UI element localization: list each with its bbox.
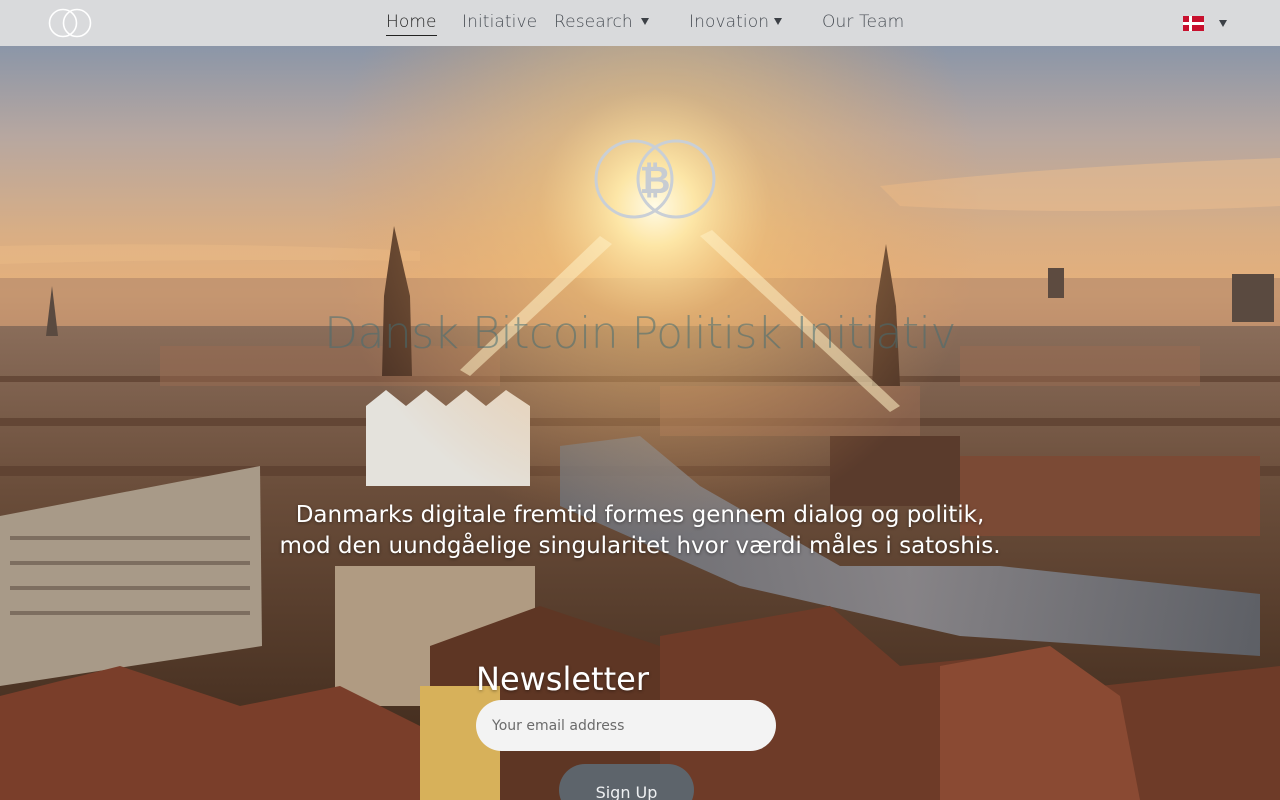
hero-tagline: Danmarks digitale fremtid formes gennem …: [0, 500, 1280, 562]
bitcoin-double-ring-logo-icon: ₿: [594, 139, 716, 219]
nav-menu: Home Initiative Research Inovation Our T…: [0, 0, 1280, 46]
language-selector[interactable]: [1183, 15, 1231, 33]
newsletter-heading: Newsletter: [476, 660, 649, 698]
tagline-line-1: Danmarks digitale fremtid formes gennem …: [295, 502, 985, 528]
newsletter-signup-button[interactable]: Sign Up: [559, 764, 694, 800]
newsletter-email-input[interactable]: [476, 700, 776, 751]
nav-item-our-team[interactable]: Our Team: [822, 12, 904, 36]
tagline-line-2: mod den uundgåelige singularitet hvor væ…: [279, 533, 1001, 559]
nav-item-home[interactable]: Home: [386, 12, 437, 36]
nav-item-research[interactable]: Research: [554, 12, 633, 36]
language-dropdown-caret-icon: [1219, 20, 1227, 27]
hero-title: Dansk Bitcoin Politisk Initiativ: [324, 308, 956, 359]
hero-section: ₿ Dansk Bitcoin Politisk Initiativ Danma…: [0, 46, 1280, 800]
nav-item-inovation[interactable]: Inovation: [689, 12, 769, 36]
bitcoin-symbol-icon: ₿: [640, 158, 671, 202]
research-dropdown-caret-icon[interactable]: [641, 18, 649, 25]
inovation-dropdown-caret-icon[interactable]: [774, 18, 782, 25]
denmark-flag-icon: [1183, 16, 1204, 31]
nav-item-initiative[interactable]: Initiative: [462, 12, 537, 36]
top-navbar: Home Initiative Research Inovation Our T…: [0, 0, 1280, 46]
